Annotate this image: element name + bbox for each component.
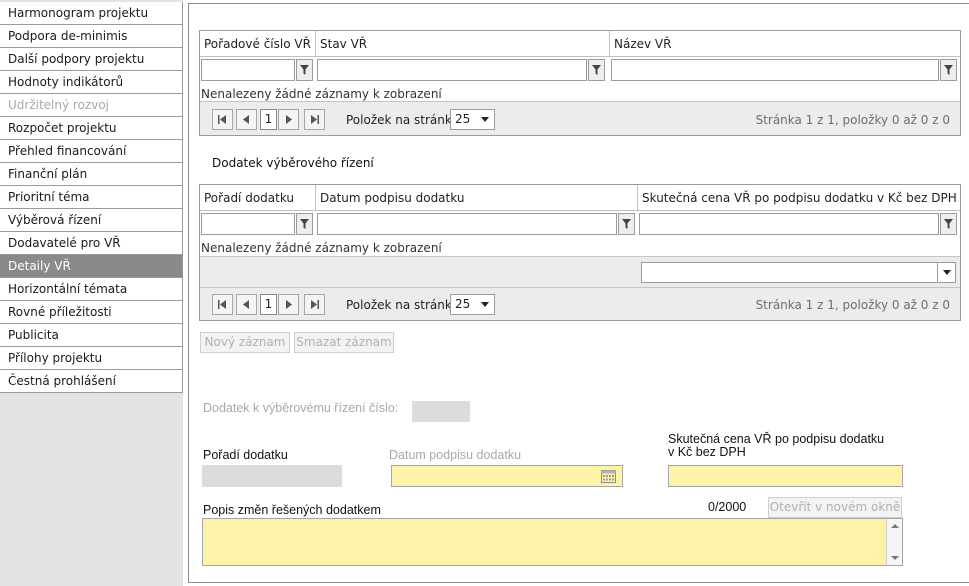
filter-icon[interactable] <box>940 213 957 235</box>
grid-pager: 1 Položek na stránku 25 Stránka 1 z 1, p… <box>200 287 960 320</box>
per-page-label: Položek na stránku <box>346 113 460 127</box>
filter-input-tender-number[interactable] <box>201 59 295 81</box>
footer-dropdown[interactable] <box>641 262 956 283</box>
amendment-number-value <box>412 401 470 422</box>
filter-input-actual-price[interactable] <box>639 213 939 235</box>
sidebar-item-dodavatele-pro-vr[interactable]: Dodavatelé pro VŘ <box>0 232 183 255</box>
scroll-down-icon[interactable] <box>891 556 899 560</box>
amendment-order-field <box>202 465 342 487</box>
first-page-button[interactable] <box>212 294 233 315</box>
sidebar-nav: Harmonogram projektu Podpora de-minimis Da… <box>0 0 183 586</box>
filter-icon[interactable] <box>940 59 957 81</box>
column-header-tender-name[interactable]: Název VŘ <box>610 31 960 57</box>
tenders-grid: Pořadové číslo VŘ Stav VŘ Název VŘ Nenal… <box>199 30 961 136</box>
section-title-amendment: Dodatek výběrového řízení <box>212 156 374 170</box>
delete-record-button[interactable]: Smazat záznam <box>294 332 394 353</box>
sidebar-item-hodnoty-indikatoru[interactable]: Hodnoty indikátorů <box>0 71 183 94</box>
empty-message: Nenalezeny žádné záznamy k zobrazení <box>201 87 442 101</box>
filter-input-signing-date[interactable] <box>317 213 617 235</box>
pager-info: Stránka 1 z 1, položky 0 až 0 z 0 <box>755 298 950 312</box>
pager-info: Stránka 1 z 1, položky 0 až 0 z 0 <box>755 113 950 127</box>
textarea-scrollbar[interactable] <box>886 519 902 565</box>
column-header-amendment-order[interactable]: Pořadí dodatku <box>200 185 316 211</box>
signing-date-label: Datum podpisu dodatku <box>389 448 522 462</box>
page-number-input[interactable]: 1 <box>260 294 277 315</box>
sidebar-item-harmonogram-projektu[interactable]: Harmonogram projektu <box>0 2 183 25</box>
per-page-select[interactable]: 25 <box>450 294 495 315</box>
description-label: Popis změn řešených dodatkem <box>203 503 381 517</box>
chevron-down-icon <box>481 117 489 122</box>
sidebar-item-detaily-vr[interactable]: Detaily VŘ <box>0 255 183 278</box>
open-new-window-button[interactable]: Otevřít v novém okně <box>768 497 902 518</box>
sidebar-item-prioritni-tema[interactable]: Prioritní téma <box>0 186 183 209</box>
actual-price-field[interactable] <box>668 465 903 487</box>
char-counter: 0/2000 <box>708 500 747 514</box>
empty-message: Nenalezeny žádné záznamy k zobrazení <box>201 241 442 255</box>
sidebar-item-podpora-de-minimis[interactable]: Podpora de-minimis <box>0 25 183 48</box>
sidebar-item-rovne-prilezitosti[interactable]: Rovné příležitosti <box>0 301 183 324</box>
chevron-down-icon <box>943 270 951 275</box>
next-page-button[interactable] <box>278 294 299 315</box>
sidebar-item-publicita[interactable]: Publicita <box>0 324 183 347</box>
actual-price-label-line1: Skutečná cena VŘ po podpisu dodatku <box>668 432 885 446</box>
column-header-tender-status[interactable]: Stav VŘ <box>316 31 610 57</box>
filter-icon[interactable] <box>296 59 313 81</box>
scroll-up-icon[interactable] <box>891 524 899 528</box>
dropdown-button[interactable] <box>937 263 955 282</box>
sidebar-item-cestna-prohlaseni[interactable]: Čestná prohlášení <box>0 370 183 393</box>
column-header-tender-number[interactable]: Pořadové číslo VŘ <box>200 31 316 57</box>
next-page-button[interactable] <box>278 109 299 130</box>
filter-input-amendment-order[interactable] <box>201 213 295 235</box>
first-page-button[interactable] <box>212 109 233 130</box>
sidebar-item-financni-plan[interactable]: Finanční plán <box>0 163 183 186</box>
sidebar-item-rozpocet-projektu[interactable]: Rozpočet projektu <box>0 117 183 140</box>
per-page-select[interactable]: 25 <box>450 109 495 130</box>
footer-row <box>200 256 960 287</box>
sidebar-item-prehled-financovani[interactable]: Přehled financování <box>0 140 183 163</box>
sidebar-item-vyberova-rizeni[interactable]: Výběrová řízení <box>0 209 183 232</box>
amendment-number-label: Dodatek k výběrovému řízení číslo: <box>203 401 399 415</box>
sidebar-item-udrzitelny-rozvoj: Udržitelný rozvoj <box>0 94 183 117</box>
new-record-button[interactable]: Nový záznam <box>200 332 290 353</box>
filter-input-tender-name[interactable] <box>611 59 939 81</box>
page-number-input[interactable]: 1 <box>260 109 277 130</box>
prev-page-button[interactable] <box>236 294 257 315</box>
filter-icon[interactable] <box>618 213 635 235</box>
amendment-order-label: Pořadí dodatku <box>203 448 288 462</box>
sidebar-item-dalsi-podpory-projektu[interactable]: Další podpory projektu <box>0 48 183 71</box>
chevron-down-icon <box>481 302 489 307</box>
filter-icon[interactable] <box>296 213 313 235</box>
last-page-button[interactable] <box>304 294 325 315</box>
column-header-actual-price[interactable]: Skutečná cena VŘ po podpisu dodatku v Kč… <box>638 185 960 211</box>
column-header-signing-date[interactable]: Datum podpisu dodatku <box>316 185 638 211</box>
signing-date-field[interactable] <box>391 465 623 487</box>
prev-page-button[interactable] <box>236 109 257 130</box>
last-page-button[interactable] <box>304 109 325 130</box>
amendments-grid: Pořadí dodatku Datum podpisu dodatku Sku… <box>199 184 961 321</box>
grid-pager: 1 Položek na stránku 25 Stránka 1 z 1, p… <box>200 101 960 135</box>
filter-icon[interactable] <box>588 59 605 81</box>
actual-price-label-line2: v Kč bez DPH <box>668 445 746 459</box>
calendar-icon[interactable] <box>601 470 616 483</box>
sidebar-item-horizontalni-temata[interactable]: Horizontální témata <box>0 278 183 301</box>
description-textarea[interactable] <box>202 518 903 566</box>
filter-input-tender-status[interactable] <box>317 59 587 81</box>
per-page-label: Položek na stránku <box>346 298 460 312</box>
sidebar-item-prilohy-projektu[interactable]: Přílohy projektu <box>0 347 183 370</box>
